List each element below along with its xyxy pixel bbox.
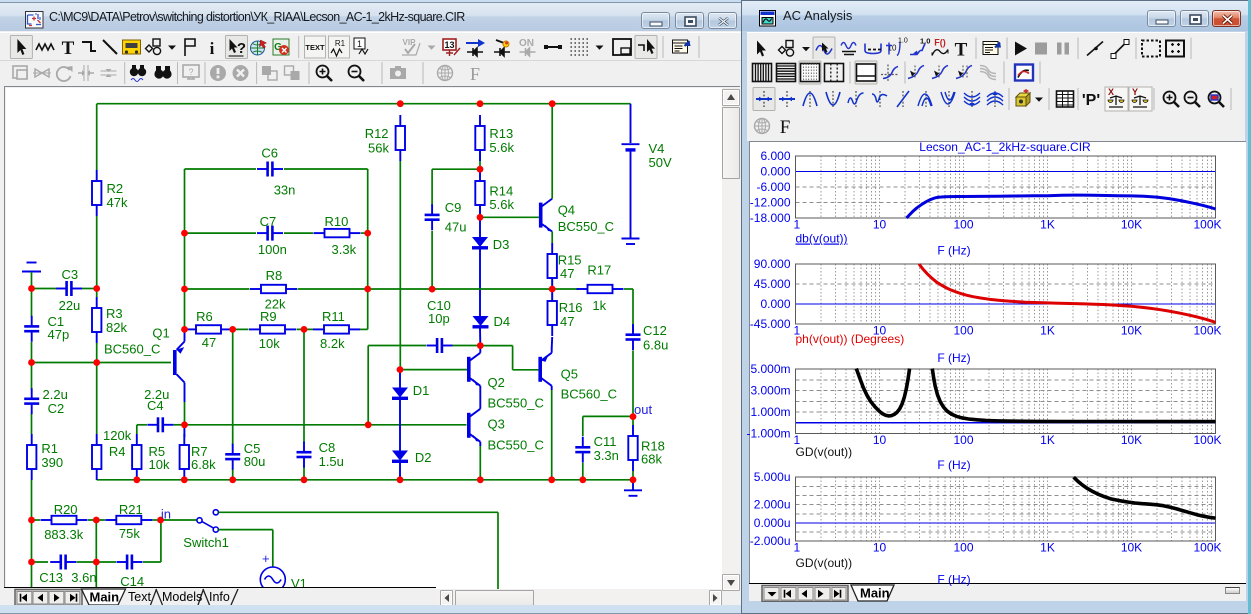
- svg-text:100K: 100K: [1193, 324, 1221, 338]
- svg-text:100: 100: [953, 324, 973, 338]
- svg-text:F (Hz): F (Hz): [937, 573, 970, 587]
- svg-text:10K: 10K: [1121, 218, 1142, 232]
- svg-text:Lecson_AC-1_2kHz-square.CIR: Lecson_AC-1_2kHz-square.CIR: [919, 140, 1091, 154]
- svg-text:F (Hz): F (Hz): [937, 351, 970, 365]
- svg-text:6.000: 6.000: [760, 149, 790, 163]
- svg-text:1K: 1K: [1040, 541, 1055, 555]
- svg-text:1K: 1K: [1040, 218, 1055, 232]
- svg-text:100K: 100K: [1193, 218, 1221, 232]
- svg-text:100K: 100K: [1193, 433, 1221, 447]
- svg-text:0.000u: 0.000u: [754, 516, 791, 530]
- svg-text:100K: 100K: [1193, 541, 1221, 555]
- svg-text:10K: 10K: [1121, 433, 1142, 447]
- svg-text:GD(v(out)): GD(v(out)): [796, 556, 853, 570]
- svg-text:90.000: 90.000: [754, 257, 791, 271]
- svg-text:5.000u: 5.000u: [754, 470, 791, 484]
- svg-text:10: 10: [873, 218, 887, 232]
- svg-text:45.000: 45.000: [754, 277, 791, 291]
- svg-text:F (Hz): F (Hz): [937, 244, 970, 258]
- svg-text:10K: 10K: [1121, 324, 1142, 338]
- svg-text:-2.000u: -2.000u: [750, 534, 791, 548]
- svg-text:F (Hz): F (Hz): [937, 458, 970, 472]
- svg-text:0.000: 0.000: [760, 297, 790, 311]
- svg-text:5.000m: 5.000m: [750, 362, 790, 376]
- svg-text:1: 1: [794, 218, 801, 232]
- svg-text:2.000u: 2.000u: [754, 498, 791, 512]
- svg-text:GD(v(out)): GD(v(out)): [796, 445, 853, 459]
- svg-text:ph(v(out)) (Degrees): ph(v(out)) (Degrees): [796, 332, 905, 346]
- svg-text:-18.000: -18.000: [750, 211, 791, 225]
- svg-text:3.000m: 3.000m: [750, 384, 790, 398]
- svg-text:0.000: 0.000: [760, 165, 790, 179]
- svg-text:1.000m: 1.000m: [750, 405, 790, 419]
- svg-text:-12.000: -12.000: [750, 196, 791, 210]
- svg-text:1: 1: [794, 541, 801, 555]
- svg-text:-6.000: -6.000: [756, 180, 790, 194]
- svg-text:10: 10: [873, 541, 887, 555]
- svg-text:1K: 1K: [1040, 324, 1055, 338]
- svg-text:100: 100: [953, 541, 973, 555]
- svg-text:-1.000m: -1.000m: [746, 427, 790, 441]
- svg-text:10: 10: [873, 433, 887, 447]
- svg-text:100: 100: [953, 218, 973, 232]
- svg-text:db(v(out)): db(v(out)): [796, 232, 848, 246]
- svg-text:1K: 1K: [1040, 433, 1055, 447]
- svg-text:100: 100: [953, 433, 973, 447]
- svg-text:10K: 10K: [1121, 541, 1142, 555]
- svg-text:-45.000: -45.000: [750, 317, 791, 331]
